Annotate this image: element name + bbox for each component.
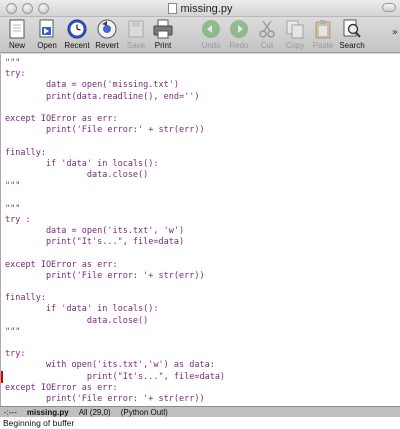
code-line: print('File error: '+ str(err))	[5, 270, 205, 281]
copy-button[interactable]: Copy	[280, 18, 310, 52]
new-label: New	[8, 41, 25, 50]
code-line: print('File error:' + str(err))	[5, 125, 205, 136]
mode-line: -:--- missing.py All (29,0) (Python Outl…	[0, 406, 400, 417]
code-line: """	[5, 326, 21, 337]
revert-label: Revert	[95, 41, 119, 50]
document-proxy-icon[interactable]	[167, 3, 177, 14]
open-button[interactable]: Open	[32, 18, 62, 52]
save-button[interactable]: Save	[121, 18, 151, 52]
paste-icon	[315, 20, 331, 39]
save-icon	[128, 20, 144, 38]
code-line: data.close()	[5, 170, 149, 180]
toolbar-toggle-icon[interactable]	[382, 3, 396, 12]
code-line: print("It's...", file=data)	[5, 371, 226, 382]
print-button[interactable]: Print	[148, 18, 178, 52]
redo-button[interactable]: Redo	[224, 18, 254, 52]
code-editor[interactable]: """ try: data = open('missing.txt') print…	[0, 54, 400, 406]
code-line: except IOError as err:	[5, 114, 118, 124]
minibuffer[interactable]: Beginning of buffer	[0, 417, 400, 429]
minibuffer-message: Beginning of buffer	[3, 418, 75, 428]
modeline-position: All (29,0)	[78, 407, 111, 417]
revert-icon	[97, 19, 117, 39]
code-line: if 'data' in locals():	[5, 304, 159, 315]
code-line: """	[5, 181, 21, 192]
modeline-major-mode[interactable]: (Python Outl)	[121, 408, 168, 417]
recent-button[interactable]: Recent	[62, 18, 92, 52]
modeline-flags: -:---	[4, 407, 17, 417]
title-bar: missing.py	[0, 0, 400, 17]
search-icon	[343, 19, 361, 38]
code-line: print("It's...", file=data)	[5, 237, 185, 248]
undo-icon	[202, 20, 220, 38]
window-title: missing.py	[180, 2, 233, 15]
new-button[interactable]: New	[2, 18, 32, 52]
code-line: if 'data' in locals():	[5, 158, 159, 169]
code-line: try:	[5, 349, 26, 360]
code-line: with open('its.txt','w') as data:	[5, 360, 215, 371]
redo-label: Redo	[229, 41, 249, 50]
print-label: Print	[154, 41, 172, 50]
cut-button[interactable]: Cut	[252, 18, 282, 52]
copy-icon	[286, 20, 304, 39]
new-file-icon	[9, 19, 25, 39]
recent-clock-icon	[67, 19, 87, 39]
code-line: data.close()	[5, 315, 149, 326]
fringe-cursor-marker	[1, 370, 3, 383]
window-title-group: missing.py	[0, 0, 400, 17]
cut-icon	[259, 20, 275, 38]
code-line: finally:	[5, 293, 46, 304]
code-line: """	[5, 58, 21, 68]
cut-label: Cut	[260, 41, 274, 50]
search-label: Search	[339, 41, 365, 50]
code-line: try :	[5, 214, 31, 225]
undo-button[interactable]: Undo	[196, 18, 226, 52]
open-label: Open	[37, 41, 57, 50]
revert-button[interactable]: Revert	[92, 18, 122, 52]
code-line: data = open('missing.txt')	[5, 80, 179, 91]
code-line: print('File error: '+ str(err))	[5, 394, 205, 404]
undo-label: Undo	[201, 41, 221, 50]
modeline-buffer-name[interactable]: missing.py	[27, 408, 69, 417]
recent-label: Recent	[64, 41, 90, 50]
search-button[interactable]: Search	[337, 18, 367, 52]
toolbar-overflow-chevron-icon[interactable]: »	[392, 27, 398, 38]
open-folder-icon	[39, 19, 54, 38]
copy-label: Copy	[285, 41, 305, 50]
code-line: print(data.readline(), end='')	[5, 91, 200, 102]
code-line: except IOError as err:	[5, 259, 118, 270]
code-line: except IOError as err:	[5, 382, 118, 393]
print-icon	[153, 19, 173, 39]
save-label: Save	[126, 41, 146, 50]
code-line: """	[5, 203, 21, 214]
code-line: try:	[5, 69, 26, 80]
code-line: data = open('its.txt', 'w')	[5, 226, 185, 236]
redo-icon	[230, 20, 248, 38]
code-line: finally:	[5, 147, 46, 158]
paste-button[interactable]: Paste	[308, 18, 338, 52]
toolbar: New Open Recent Revert Save Print Undo R…	[0, 17, 400, 53]
paste-label: Paste	[312, 41, 334, 50]
